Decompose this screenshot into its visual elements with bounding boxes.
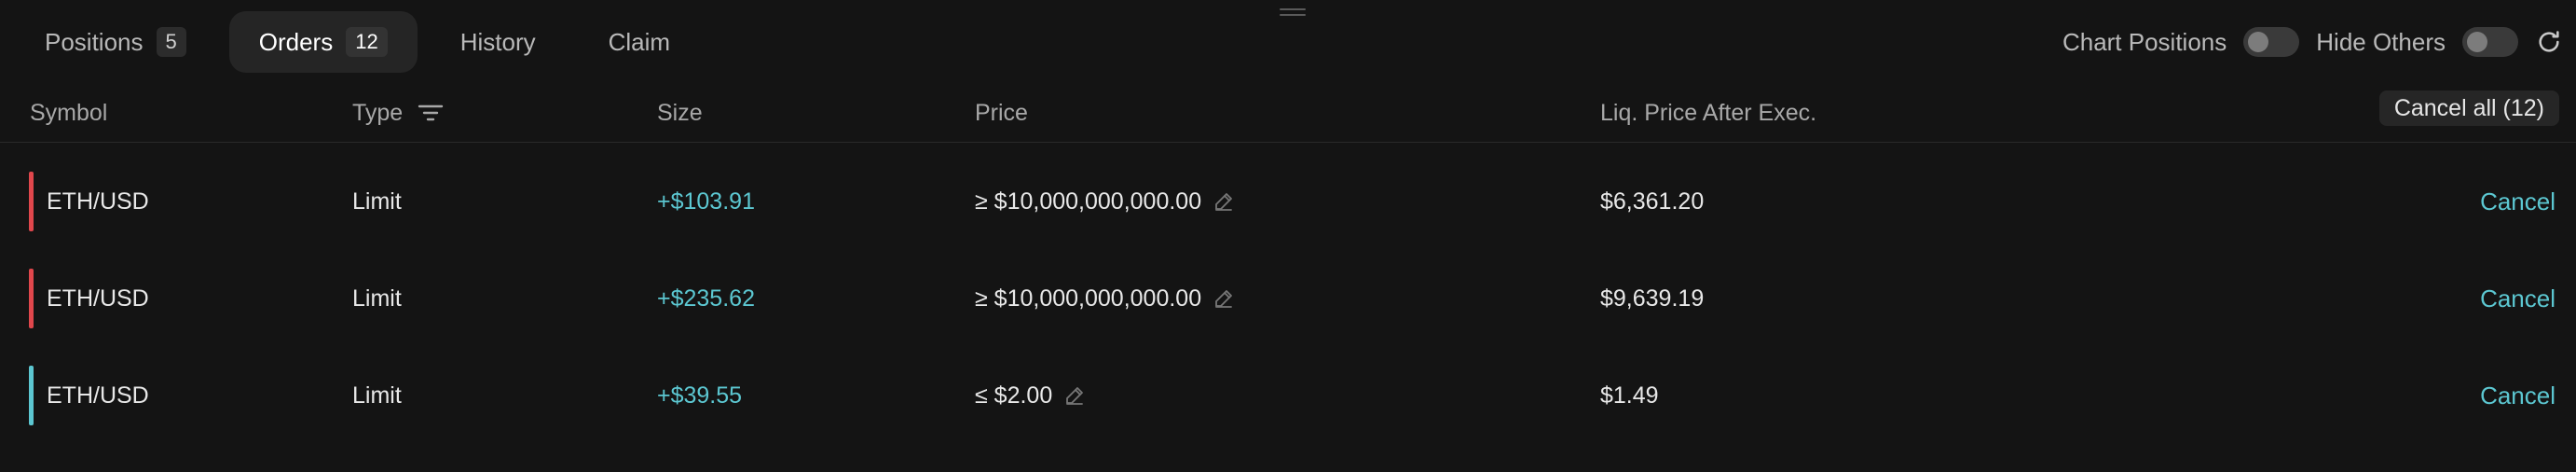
tab-history[interactable]: History — [431, 11, 566, 73]
order-liq-price: $1.49 — [1600, 382, 1659, 409]
bottom-panel-tabs: Positions 5 Orders 12 History Claim — [15, 9, 713, 75]
header-type-label: Type — [352, 99, 404, 126]
hide-others-label: Hide Others — [2316, 27, 2446, 56]
order-price-value: ≥ $10,000,000,000.00 — [975, 285, 1202, 312]
switch-knob — [2248, 32, 2269, 52]
header-liq-price: Liq. Price After Exec. — [1600, 99, 1817, 126]
chart-positions-label: Chart Positions — [2062, 27, 2227, 56]
order-liq-price: $6,361.20 — [1600, 187, 1705, 215]
filter-icon[interactable] — [418, 104, 444, 122]
order-price-value: ≤ $2.00 — [975, 382, 1053, 409]
tab-orders-label: Orders — [258, 27, 334, 56]
tab-positions[interactable]: Positions 5 — [15, 11, 216, 73]
pencil-icon[interactable] — [1213, 287, 1235, 310]
cancel-order-button[interactable]: Cancel — [2480, 250, 2555, 347]
tab-orders[interactable]: Orders 12 — [228, 11, 418, 73]
table-row: ETH/USD Limit +$235.62 ≥ $10,000,000,000… — [0, 250, 2576, 347]
order-type: Limit — [352, 382, 402, 409]
tab-orders-count: 12 — [346, 27, 388, 57]
switch-knob — [2467, 32, 2487, 52]
tab-history-label: History — [459, 27, 536, 56]
order-size: +$235.62 — [657, 285, 755, 312]
order-symbol[interactable]: ETH/USD — [47, 153, 149, 250]
pencil-icon[interactable] — [1213, 190, 1235, 213]
panel-toggles: Chart Positions Hide Others — [2062, 13, 2563, 71]
order-liq-price: $9,639.19 — [1600, 285, 1705, 312]
order-size: +$103.91 — [657, 187, 755, 215]
header-type: Type — [352, 84, 444, 142]
tab-claim-label: Claim — [608, 27, 671, 56]
orders-table-header: Symbol Type Size Price Liq. Price After … — [0, 84, 2576, 143]
panel-drag-handle[interactable] — [1280, 8, 1306, 18]
order-size: +$39.55 — [657, 382, 743, 409]
refresh-icon[interactable] — [2535, 28, 2563, 56]
header-price: Price — [975, 99, 1028, 126]
order-side-indicator — [29, 172, 34, 231]
cancel-order-button[interactable]: Cancel — [2480, 347, 2555, 444]
header-symbol: Symbol — [30, 99, 108, 126]
order-symbol[interactable]: ETH/USD — [47, 347, 149, 444]
order-type: Limit — [352, 285, 402, 312]
table-row: ETH/USD Limit +$39.55 ≤ $2.00 $1.49 Canc… — [0, 347, 2576, 444]
order-type: Limit — [352, 187, 402, 215]
cancel-all-button[interactable]: Cancel all (12) — [2378, 90, 2559, 126]
order-side-indicator — [29, 269, 34, 328]
order-side-indicator — [29, 366, 34, 425]
cancel-order-button[interactable]: Cancel — [2480, 153, 2555, 250]
tab-positions-count: 5 — [156, 27, 186, 57]
order-price: ≤ $2.00 — [975, 347, 1086, 444]
pencil-icon[interactable] — [1063, 384, 1086, 407]
table-row: ETH/USD Limit +$103.91 ≥ $10,000,000,000… — [0, 153, 2576, 250]
tab-positions-label: Positions — [45, 27, 144, 56]
order-price: ≥ $10,000,000,000.00 — [975, 153, 1235, 250]
order-price-value: ≥ $10,000,000,000.00 — [975, 187, 1202, 215]
tab-claim[interactable]: Claim — [579, 11, 700, 73]
chart-positions-switch[interactable] — [2243, 27, 2300, 57]
header-size: Size — [657, 99, 703, 126]
order-price: ≥ $10,000,000,000.00 — [975, 250, 1235, 347]
order-symbol[interactable]: ETH/USD — [47, 250, 149, 347]
hide-others-switch[interactable] — [2462, 27, 2518, 57]
hide-others-toggle-group: Hide Others — [2316, 27, 2518, 57]
chart-positions-toggle-group: Chart Positions — [2062, 27, 2300, 57]
